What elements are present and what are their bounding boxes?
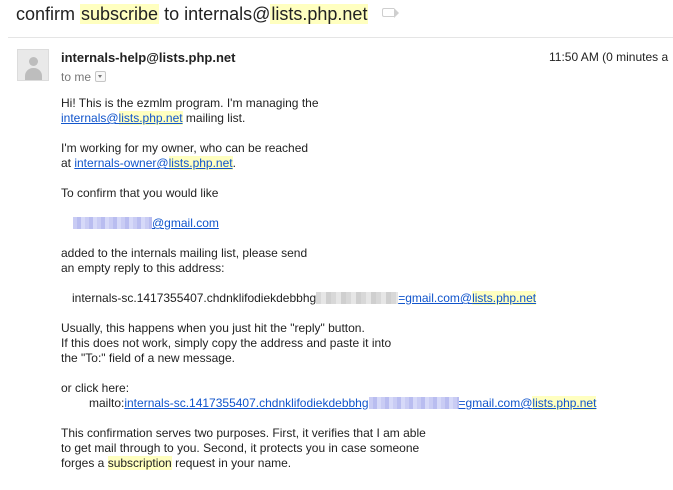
confirm-address: internals-sc.1417355407.chdnklifodiekdeb…: [72, 291, 537, 306]
subject-prefix: confirm: [16, 4, 81, 24]
message-time: 11:50 AM (0 minutes a: [549, 50, 669, 64]
body-line: If this does not work, simply copy the a…: [61, 336, 392, 350]
mailto-line: mailto:internals-sc.1417355407.chdnklifo…: [89, 396, 597, 410]
body-line: an empty reply to this address:: [61, 261, 225, 275]
recipient-label: to me: [61, 70, 92, 84]
subject-highlight-domain: lists.php.net: [270, 4, 369, 24]
body-line: the "To:" field of a new message.: [61, 351, 235, 365]
body-line: To confirm that you would like: [61, 186, 219, 200]
subject-middle: to internals@: [159, 4, 271, 24]
body-line: This confirmation serves two purposes. F…: [61, 426, 426, 440]
body-line: Hi! This is the ezmlm program. I'm manag…: [61, 96, 319, 110]
subject-highlight-subscribe: subscribe: [80, 4, 160, 24]
mailto-link[interactable]: internals-sc.1417355407.chdnklifodiekdeb…: [124, 396, 597, 410]
body-line: added to the internals mailing list, ple…: [61, 246, 308, 260]
redacted-mailto-blur: [368, 397, 459, 409]
default-avatar-icon: [17, 49, 49, 81]
redacted-address-blur: [316, 292, 399, 304]
body-line: internals@lists.php.net mailing list.: [61, 111, 246, 125]
body-line: at internals-owner@lists.php.net.: [61, 156, 236, 170]
header-divider: [8, 37, 673, 38]
confirm-address-text: internals-sc.1417355407.chdnklifodiekdeb…: [72, 291, 317, 305]
subscriber-email-link[interactable]: @gmail.com: [152, 216, 219, 230]
body-line: to get mail through to you. Second, it p…: [61, 441, 420, 455]
body-line: Usually, this happens when you just hit …: [61, 321, 365, 335]
body-line: or click here:: [61, 381, 130, 395]
sender-address[interactable]: internals-help@lists.php.net: [61, 50, 235, 65]
show-details-dropdown-icon[interactable]: [95, 71, 107, 82]
label-tag-icon[interactable]: [382, 8, 400, 18]
email-subject: confirm subscribe to internals@lists.php…: [16, 4, 400, 25]
confirm-address-link[interactable]: =gmail.com@lists.php.net: [398, 291, 537, 305]
redacted-email-blur: [73, 217, 152, 229]
owner-address-link[interactable]: internals-owner@lists.php.net: [74, 156, 233, 170]
body-line: I'm working for my owner, who can be rea…: [61, 141, 309, 155]
list-address-link[interactable]: internals@lists.php.net: [61, 111, 183, 125]
recipient-line: to me: [61, 70, 107, 84]
body-line: forges a subscription request in your na…: [61, 456, 292, 470]
subscriber-email: @gmail.com: [73, 216, 219, 231]
